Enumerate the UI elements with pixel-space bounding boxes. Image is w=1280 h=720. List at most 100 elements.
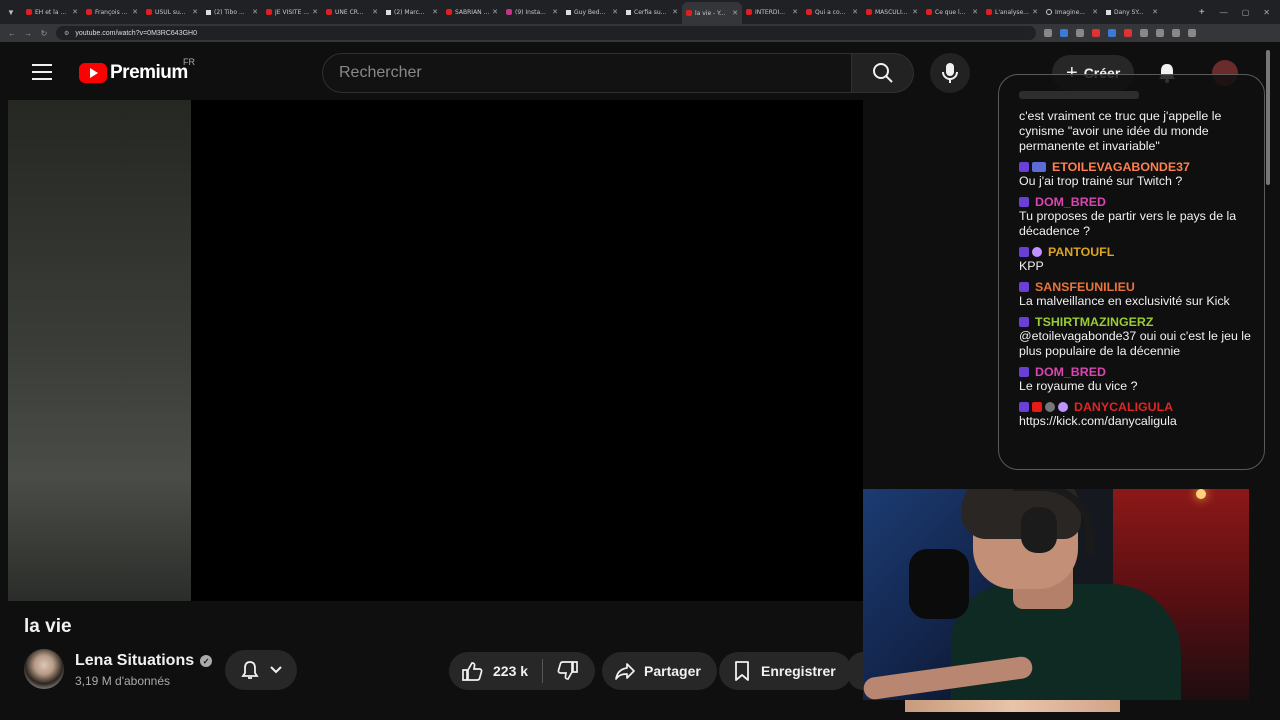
browser-tab[interactable]: (2) Tibo ... ✕ [202, 2, 262, 22]
channel-name-row[interactable]: Lena Situations ✓ [75, 652, 213, 670]
browser-tab[interactable]: Guy Bed... ✕ [562, 2, 622, 22]
tab-close-icon[interactable]: ✕ [1032, 8, 1038, 16]
browser-tab[interactable]: UNE CR... ✕ [322, 2, 382, 22]
browser-tab[interactable]: INTERDI... ✕ [742, 2, 802, 22]
search-input[interactable] [322, 53, 852, 93]
translate-icon[interactable] [1060, 29, 1068, 37]
chat-message-text: Ou j'ai trop trainé sur Twitch ? [1019, 174, 1183, 188]
reload-icon[interactable]: ↻ [40, 29, 48, 38]
voice-search-button[interactable] [930, 53, 970, 93]
extension-icon[interactable] [1140, 29, 1148, 37]
like-button[interactable]: 223 k [449, 652, 542, 690]
save-label: Enregistrer [761, 663, 836, 679]
address-bar[interactable]: ⚙ youtube.com/watch?v=0M3RC643GH0 [56, 26, 1036, 40]
tab-close-icon[interactable]: ✕ [192, 8, 198, 16]
share-button[interactable]: Partager [602, 652, 717, 690]
tab-favicon-icon [326, 9, 332, 15]
extension-icon[interactable] [1108, 29, 1116, 37]
browser-tab[interactable]: Ce que l... ✕ [922, 2, 982, 22]
chat-badge-icon [1019, 281, 1029, 292]
tab-favicon-icon [1046, 9, 1052, 15]
browser-tab[interactable]: (2) Marc... ✕ [382, 2, 442, 22]
streamer-webcam [863, 489, 1249, 700]
video-player[interactable] [8, 100, 863, 601]
forward-icon[interactable]: → [24, 29, 32, 38]
site-info-icon[interactable]: ⚙ [64, 30, 69, 37]
video-frame [8, 100, 191, 601]
video-title: la vie [24, 616, 72, 637]
search-button[interactable] [852, 53, 914, 93]
browser-tab[interactable]: MASCULI... ✕ [862, 2, 922, 22]
tab-title: François ... [95, 8, 128, 16]
tab-close-icon[interactable]: ✕ [372, 8, 378, 16]
thumbs-up-icon [462, 662, 483, 681]
channel-avatar[interactable] [24, 649, 64, 689]
tab-close-icon[interactable]: ✕ [552, 8, 558, 16]
tab-close-icon[interactable]: ✕ [612, 8, 618, 16]
tab-favicon-icon [86, 9, 92, 15]
kebab-menu-icon[interactable] [1188, 29, 1196, 37]
close-window-icon[interactable]: ✕ [1263, 8, 1270, 17]
tab-search-icon[interactable]: ▼ [0, 0, 22, 24]
youtube-play-icon [79, 63, 107, 83]
bookmark-star-icon[interactable] [1076, 29, 1084, 37]
tab-close-icon[interactable]: ✕ [72, 8, 78, 16]
tab-title: Qui a co... [815, 8, 846, 16]
browser-tab[interactable]: JE VISITE ... ✕ [262, 2, 322, 22]
puzzle-icon[interactable] [1156, 29, 1164, 37]
tab-favicon-icon [386, 9, 391, 15]
chat-message-text: La malveillance en exclusivité sur Kick [1019, 294, 1230, 308]
dislike-button[interactable] [543, 652, 595, 690]
browser-tab[interactable]: Imagine... ✕ [1042, 2, 1102, 22]
browser-tab[interactable]: EH et la ... ✕ [22, 2, 82, 22]
tab-favicon-icon [626, 9, 631, 15]
browser-tab[interactable]: Dany SY... ✕ [1102, 2, 1162, 22]
browser-tab[interactable]: François ... ✕ [82, 2, 142, 22]
more-actions-button[interactable] [848, 652, 863, 690]
tab-close-icon[interactable]: ✕ [312, 8, 318, 16]
browser-tab[interactable]: SABRIAN ... ✕ [442, 2, 502, 22]
tab-close-icon[interactable]: ✕ [792, 8, 798, 16]
browser-tab[interactable]: la vie - Y... ✕ [682, 2, 742, 24]
tab-close-icon[interactable]: ✕ [672, 8, 678, 16]
tab-favicon-icon [26, 9, 32, 15]
page-scrollbar[interactable] [1266, 50, 1270, 185]
tab-close-icon[interactable]: ✕ [492, 8, 498, 16]
chat-message-header: SANSFEUNILIEU [1019, 279, 1251, 294]
menu-icon[interactable] [32, 64, 52, 80]
save-button[interactable]: Enregistrer [719, 652, 852, 690]
cut-off-message [1019, 91, 1139, 99]
chat-badge-icon [1019, 196, 1029, 207]
tab-close-icon[interactable]: ✕ [432, 8, 438, 16]
tab-title: la vie - Y... [695, 9, 726, 17]
youtube-logo[interactable]: Premium FR [79, 57, 195, 84]
browser-tab[interactable]: Qui a co... ✕ [802, 2, 862, 22]
tab-close-icon[interactable]: ✕ [252, 8, 258, 16]
window-controls: — ▢ ✕ [1210, 8, 1280, 17]
profile-icon[interactable] [1172, 29, 1180, 37]
tab-close-icon[interactable]: ✕ [1092, 8, 1098, 16]
tab-close-icon[interactable]: ✕ [852, 8, 858, 16]
extension-icon[interactable] [1092, 29, 1100, 37]
tab-close-icon[interactable]: ✕ [912, 8, 918, 16]
channel-name[interactable]: Lena Situations [75, 652, 194, 670]
new-tab-button[interactable]: + [1194, 7, 1210, 18]
back-icon[interactable]: ← [8, 29, 16, 38]
chat-message-text: Le royaume du vice ? [1019, 379, 1138, 393]
browser-tab[interactable]: (9) Insta... ✕ [502, 2, 562, 22]
browser-tab[interactable]: L'analyse... ✕ [982, 2, 1042, 22]
bell-icon [241, 661, 259, 679]
zoom-icon[interactable] [1044, 29, 1052, 37]
maximize-icon[interactable]: ▢ [1242, 8, 1250, 17]
minimize-icon[interactable]: — [1220, 8, 1228, 17]
share-icon [615, 663, 635, 680]
tab-close-icon[interactable]: ✕ [132, 8, 138, 16]
tab-close-icon[interactable]: ✕ [972, 8, 978, 16]
tab-close-icon[interactable]: ✕ [1152, 8, 1158, 16]
notification-preferences-button[interactable] [225, 650, 297, 690]
chat-message-header: PANTOUFL [1019, 244, 1251, 259]
browser-tab[interactable]: USUL su... ✕ [142, 2, 202, 22]
tab-close-icon[interactable]: ✕ [732, 9, 738, 17]
browser-tab[interactable]: Cerfia su... ✕ [622, 2, 682, 22]
extension-icon[interactable] [1124, 29, 1132, 37]
